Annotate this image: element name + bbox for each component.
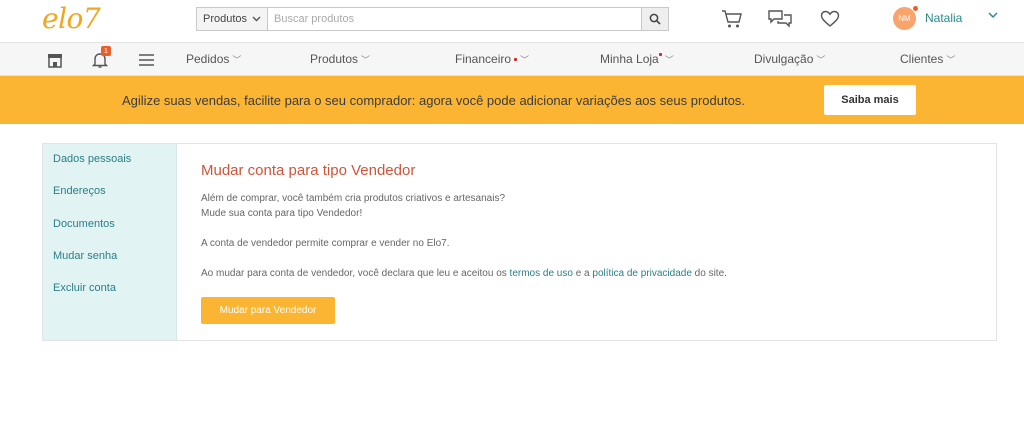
page-title: Mudar conta para tipo Vendedor (201, 162, 416, 179)
account-panel: Dados pessoais Endereços Documentos Muda… (42, 143, 997, 341)
terms-link[interactable]: termos de uso (510, 268, 573, 279)
sidebar-item-mudar-senha[interactable]: Mudar senha (53, 250, 117, 262)
chevron-down-icon (252, 16, 261, 22)
messages-button[interactable] (768, 7, 792, 31)
nav-label: Divulgação (754, 52, 814, 66)
chevron-down-icon: ﹀ (946, 54, 956, 65)
banner-text: Agilize suas vendas, facilite para o seu… (122, 93, 745, 108)
chevron-down-icon[interactable] (988, 12, 998, 19)
chevron-down-icon: ﹀ (361, 54, 371, 65)
search-bar: Produtos (196, 7, 669, 31)
sidebar-item-excluir-conta[interactable]: Excluir conta (53, 282, 116, 294)
notification-dot (912, 5, 919, 12)
cart-icon (722, 10, 742, 28)
terms-text: e a (572, 268, 593, 279)
intro-line: Mude sua conta para tipo Vendedor! (201, 208, 363, 219)
learn-more-button[interactable]: Saiba mais (824, 85, 916, 115)
search-category-select[interactable]: Produtos (196, 7, 268, 31)
sidebar-item-documentos[interactable]: Documentos (53, 218, 115, 230)
favorites-button[interactable] (818, 7, 842, 31)
nav-label: Minha Loja (600, 52, 659, 66)
notification-badge: 1 (101, 46, 111, 56)
store-button[interactable] (44, 50, 66, 70)
nav-label: Financeiro (455, 52, 512, 66)
chevron-down-icon: ﹀ (232, 54, 242, 65)
main-nav: 1 Pedidos ﹀ Produtos ﹀ Financeiro ﹀ Minha L… (0, 43, 1024, 76)
user-name[interactable]: Natalia (925, 11, 962, 25)
nav-minha-loja[interactable]: Minha Loja ﹀ (600, 52, 674, 66)
nav-financeiro[interactable]: Financeiro ﹀ (455, 52, 529, 66)
nav-pedidos[interactable]: Pedidos ﹀ (186, 52, 241, 66)
alert-dot (514, 57, 518, 61)
elo7-logo[interactable]: elo7 (42, 2, 101, 35)
nav-divulgacao[interactable]: Divulgação ﹀ (754, 52, 825, 66)
chevron-down-icon: ﹀ (664, 54, 674, 65)
nav-label: Produtos (310, 52, 359, 66)
hamburger-icon (138, 54, 154, 66)
privacy-link[interactable]: política de privacidade (592, 268, 692, 279)
sidebar-item-enderecos[interactable]: Endereços (53, 185, 106, 197)
search-input[interactable] (268, 7, 642, 31)
chevron-down-icon: ﹀ (816, 54, 826, 65)
intro-line: Além de comprar, você também cria produt… (201, 193, 506, 204)
info-line: A conta de vendedor permite comprar e ve… (201, 238, 450, 249)
terms-line: Ao mudar para conta de vendedor, você de… (201, 267, 727, 281)
alert-dot (658, 53, 662, 56)
terms-text: Ao mudar para conta de vendedor, você de… (201, 268, 510, 279)
heart-icon (820, 10, 840, 27)
search-category-label: Produtos (202, 13, 248, 25)
chevron-down-icon: ﹀ (520, 54, 530, 65)
account-sidebar: Dados pessoais Endereços Documentos Muda… (43, 144, 177, 340)
nav-label: Clientes (900, 52, 944, 66)
cart-button[interactable] (720, 7, 744, 31)
promo-banner: Agilize suas vendas, facilite para o seu… (0, 76, 1024, 124)
menu-button[interactable] (135, 50, 157, 70)
become-seller-button[interactable]: Mudar para Vendedor (201, 297, 335, 324)
nav-clientes[interactable]: Clientes ﹀ (900, 52, 955, 66)
chat-icon (768, 10, 792, 28)
top-header: elo7 Produtos NM Natalia (0, 0, 1024, 43)
sidebar-item-dados-pessoais[interactable]: Dados pessoais (53, 153, 131, 165)
nav-label: Pedidos (186, 52, 230, 66)
terms-text: do site. (691, 268, 727, 279)
nav-produtos[interactable]: Produtos ﹀ (310, 52, 370, 66)
store-icon (48, 53, 62, 68)
search-icon (649, 13, 661, 25)
search-button[interactable] (642, 7, 669, 31)
